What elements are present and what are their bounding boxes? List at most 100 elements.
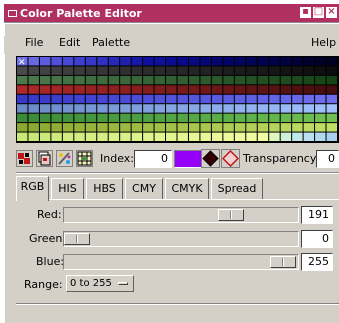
palette-swatch[interactable]: [85, 132, 97, 141]
palette-swatch[interactable]: [280, 57, 292, 66]
palette-swatch[interactable]: [97, 123, 108, 132]
palette-swatch[interactable]: [62, 104, 74, 113]
palette-swatch[interactable]: [211, 132, 223, 141]
tab-cmyk[interactable]: CMYK: [165, 178, 209, 200]
palette-swatch[interactable]: [120, 113, 131, 123]
palette-swatch[interactable]: [188, 57, 200, 66]
palette-swatch[interactable]: [97, 75, 108, 85]
palette-swatch[interactable]: [269, 104, 280, 113]
palette-swatch[interactable]: [246, 85, 257, 94]
palette-swatch[interactable]: [166, 132, 177, 141]
palette-swatch[interactable]: [28, 113, 39, 123]
palette-swatch[interactable]: [257, 123, 269, 132]
palette-swatch[interactable]: [17, 123, 28, 132]
palette-swatch[interactable]: [97, 113, 108, 123]
palette-swatch[interactable]: [28, 123, 39, 132]
palette-swatch[interactable]: [292, 113, 303, 123]
palette-swatch[interactable]: [131, 132, 143, 141]
palette-swatch[interactable]: [166, 113, 177, 123]
palette-swatch[interactable]: [280, 132, 292, 141]
palette-swatch[interactable]: [223, 132, 234, 141]
palette-swatch[interactable]: [51, 85, 62, 94]
palette-swatch[interactable]: [280, 104, 292, 113]
palette-swatch[interactable]: [143, 66, 154, 75]
palette-swatch[interactable]: [154, 132, 166, 141]
palette-swatch[interactable]: [28, 57, 39, 66]
palette-swatch[interactable]: [326, 132, 337, 141]
palette-swatch[interactable]: [143, 94, 154, 104]
palette-swatch[interactable]: [188, 123, 200, 132]
palette-swatch[interactable]: [315, 57, 326, 66]
menu-edit[interactable]: Edit: [59, 36, 80, 49]
palette-swatch[interactable]: [143, 113, 154, 123]
palette-swatch[interactable]: [292, 85, 303, 94]
palette-swatch[interactable]: [177, 57, 188, 66]
palette-swatch[interactable]: [303, 113, 315, 123]
palette-swatch[interactable]: [143, 104, 154, 113]
palette-swatch[interactable]: [269, 66, 280, 75]
palette-swatch[interactable]: [74, 132, 85, 141]
palette-swatch[interactable]: [315, 104, 326, 113]
copy-icon[interactable]: [36, 150, 53, 167]
palette-swatch[interactable]: [17, 75, 28, 85]
palette-swatch[interactable]: [326, 75, 337, 85]
palette-swatch[interactable]: [120, 66, 131, 75]
palette-swatch[interactable]: [177, 66, 188, 75]
palette-swatch[interactable]: [154, 94, 166, 104]
palette-swatch[interactable]: [223, 113, 234, 123]
palette-swatch[interactable]: [177, 132, 188, 141]
palette-swatch[interactable]: [188, 66, 200, 75]
maximize-icon[interactable]: □: [313, 7, 324, 18]
palette-swatch[interactable]: [143, 57, 154, 66]
palette-swatch[interactable]: [303, 123, 315, 132]
palette-swatch[interactable]: [303, 85, 315, 94]
palette-swatch[interactable]: [223, 75, 234, 85]
palette-swatch[interactable]: [120, 132, 131, 141]
palette-swatch[interactable]: [246, 75, 257, 85]
palette-swatch[interactable]: [166, 75, 177, 85]
palette-swatch[interactable]: [326, 66, 337, 75]
palette-swatch[interactable]: [120, 104, 131, 113]
palette-swatch[interactable]: [74, 66, 85, 75]
palette-swatch[interactable]: [315, 113, 326, 123]
palette-swatch[interactable]: [39, 94, 51, 104]
palette-swatch[interactable]: [108, 104, 120, 113]
palette-swatch[interactable]: [108, 85, 120, 94]
palette-swatch[interactable]: [131, 113, 143, 123]
palette-swatch[interactable]: [326, 113, 337, 123]
menu-file[interactable]: File: [25, 36, 43, 49]
palette-swatch[interactable]: [315, 94, 326, 104]
window-menu-icon[interactable]: [8, 9, 17, 17]
palette-swatch[interactable]: [200, 94, 211, 104]
blue-value-field[interactable]: 255: [301, 253, 333, 271]
palette-swatch[interactable]: [17, 132, 28, 141]
palette-swatch[interactable]: [269, 94, 280, 104]
palette-swatch[interactable]: [177, 75, 188, 85]
palette-swatch[interactable]: [28, 75, 39, 85]
palette-swatch[interactable]: [234, 66, 246, 75]
palette-swatch[interactable]: [85, 75, 97, 85]
palette-swatch[interactable]: [108, 66, 120, 75]
palette-swatch[interactable]: [292, 104, 303, 113]
palette-swatch[interactable]: [303, 75, 315, 85]
palette-swatch[interactable]: [246, 113, 257, 123]
palette-swatch[interactable]: [143, 132, 154, 141]
palette-swatch[interactable]: [257, 94, 269, 104]
palette-swatch[interactable]: [269, 113, 280, 123]
palette-swatch[interactable]: [200, 113, 211, 123]
palette-swatches[interactable]: ✕: [17, 57, 338, 142]
palette-swatch[interactable]: [97, 132, 108, 141]
index-field[interactable]: 0: [134, 150, 172, 168]
palette-swatch[interactable]: [280, 66, 292, 75]
palette-swatch[interactable]: [62, 123, 74, 132]
palette-swatch[interactable]: [246, 123, 257, 132]
palette-swatch[interactable]: [85, 66, 97, 75]
palette-swatch[interactable]: [280, 113, 292, 123]
palette-swatch[interactable]: [200, 57, 211, 66]
palette-swatch[interactable]: [74, 113, 85, 123]
palette-swatch[interactable]: [74, 123, 85, 132]
palette-swatch[interactable]: [51, 123, 62, 132]
grid-icon[interactable]: [76, 150, 93, 167]
palette-swatch[interactable]: [303, 132, 315, 141]
palette-swatch[interactable]: [154, 66, 166, 75]
